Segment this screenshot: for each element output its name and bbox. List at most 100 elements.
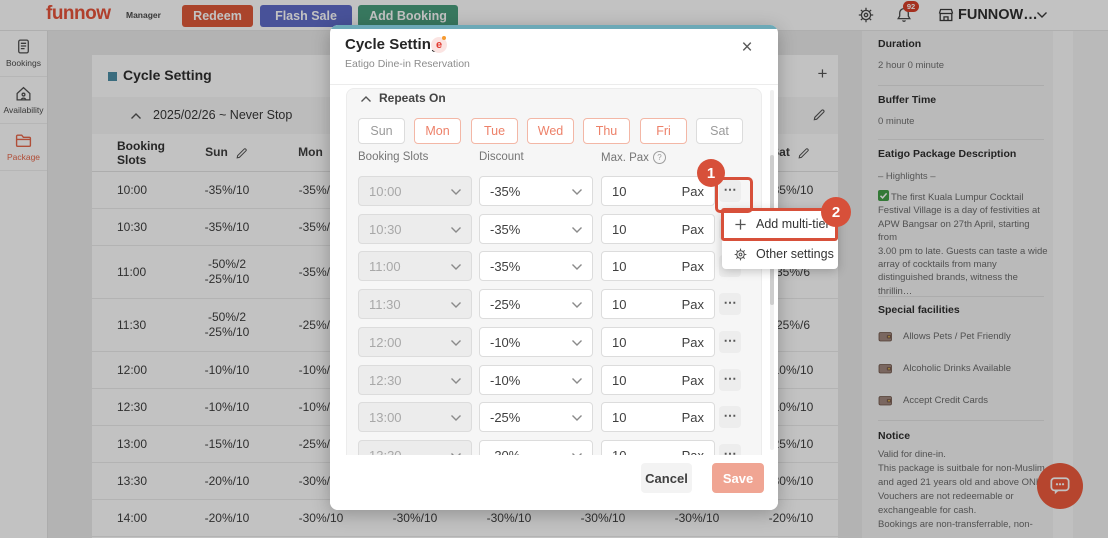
chevron-up-icon[interactable] xyxy=(360,95,372,103)
discount-select[interactable]: -25% xyxy=(479,289,593,319)
repeat-day-thu[interactable]: Thu xyxy=(583,118,630,144)
booking-slot-value: 12:30 xyxy=(369,373,402,388)
chevron-down-icon xyxy=(571,226,583,234)
annotation-step-1: 1 xyxy=(697,159,725,187)
chevron-down-icon xyxy=(571,301,583,309)
max-pax-unit: Pax xyxy=(682,410,704,425)
max-pax-unit: Pax xyxy=(682,259,704,274)
discount-select[interactable]: -30% xyxy=(479,440,593,455)
chevron-down-icon xyxy=(450,263,462,271)
max-pax-unit: Pax xyxy=(682,297,704,312)
max-pax-unit: Pax xyxy=(682,222,704,237)
booking-slot-value: 12:00 xyxy=(369,335,402,350)
modal-footer: Cancel Save xyxy=(330,455,778,510)
close-icon[interactable]: × xyxy=(736,37,758,59)
modal-body: Repeats On Booking Slots Discount Max. P… xyxy=(330,85,778,455)
max-pax-input[interactable]: 10 Pax xyxy=(601,365,715,395)
max-pax-unit: Pax xyxy=(682,448,704,455)
max-pax-input[interactable]: 10 Pax xyxy=(601,327,715,357)
max-pax-value: 10 xyxy=(612,373,626,388)
save-button[interactable]: Save xyxy=(712,463,764,493)
booking-slot-select[interactable]: 10:00 xyxy=(358,176,472,206)
max-pax-input[interactable]: 10Pax xyxy=(601,176,715,206)
repeats-on-label: Repeats On xyxy=(379,91,446,105)
annotation-step-2: 2 xyxy=(821,197,851,227)
booking-slot-value: 13:00 xyxy=(369,410,402,425)
max-pax-value: 10 xyxy=(612,184,626,199)
discount-select[interactable]: -35% xyxy=(479,176,593,206)
discount-column-label: Discount xyxy=(479,151,524,163)
booking-slot-select[interactable]: 11:00 xyxy=(358,251,472,281)
discount-value: -25% xyxy=(490,297,520,312)
max-pax-value: 10 xyxy=(612,410,626,425)
max-pax-label-text: Max. Pax xyxy=(601,152,649,164)
modal-subtitle: Eatigo Dine-in Reservation xyxy=(345,58,470,70)
chevron-down-icon xyxy=(571,414,583,422)
gear-icon xyxy=(734,248,747,261)
discount-select[interactable]: -35% xyxy=(479,251,593,281)
booking-slot-value: 11:00 xyxy=(369,259,401,274)
repeat-day-fri[interactable]: Fri xyxy=(640,118,687,144)
chevron-down-icon xyxy=(450,188,462,196)
booking-slot-select[interactable]: 10:30 xyxy=(358,214,472,244)
max-pax-value: 10 xyxy=(612,222,626,237)
discount-value: -25% xyxy=(490,410,520,425)
booking-slot-value: 10:30 xyxy=(369,222,402,237)
booking-slots-column-label: Booking Slots xyxy=(358,151,428,163)
max-pax-input[interactable]: 10 Pax xyxy=(601,289,715,319)
modal-top-strip xyxy=(330,25,778,29)
cycle-setting-modal: Cycle Setting e Eatigo Dine-in Reservati… xyxy=(330,25,778,510)
discount-value: -35% xyxy=(490,184,520,199)
max-pax-value: 10 xyxy=(612,297,626,312)
row-more-button[interactable]: ⋯ xyxy=(719,369,741,391)
max-pax-value: 10 xyxy=(612,448,626,455)
booking-slot-select[interactable]: 13:30 xyxy=(358,440,472,455)
chevron-down-icon xyxy=(571,339,583,347)
app: funnow Manager Redeem Flash Sale Add Boo… xyxy=(0,0,1108,538)
row-more-button[interactable]: ⋯ xyxy=(719,444,741,455)
chevron-down-icon xyxy=(571,377,583,385)
repeat-day-wed[interactable]: Wed xyxy=(527,118,574,144)
chevron-down-icon xyxy=(571,188,583,196)
max-pax-value: 10 xyxy=(612,335,626,350)
discount-value: -10% xyxy=(490,373,520,388)
booking-slot-select[interactable]: 11:30 xyxy=(358,289,472,319)
max-pax-unit: Pax xyxy=(682,373,704,388)
max-pax-input[interactable]: 10 Pax xyxy=(601,214,715,244)
chevron-down-icon xyxy=(450,339,462,347)
repeat-day-sun[interactable]: Sun xyxy=(358,118,405,144)
booking-slot-select[interactable]: 12:30 xyxy=(358,365,472,395)
discount-select[interactable]: -25% xyxy=(479,402,593,432)
max-pax-unit: Pax xyxy=(682,335,704,350)
max-pax-input[interactable]: 10 Pax xyxy=(601,440,715,455)
chevron-down-icon xyxy=(571,263,583,271)
max-pax-value: 10 xyxy=(612,259,626,274)
menu-item-label: Other settings xyxy=(756,247,834,261)
row-more-button[interactable]: ⋯ xyxy=(719,406,741,428)
modal-title: Cycle Setting xyxy=(345,36,440,53)
repeat-day-tue[interactable]: Tue xyxy=(471,118,518,144)
row-more-button[interactable]: ⋯ xyxy=(719,293,741,315)
row-more-button[interactable]: ⋯ xyxy=(719,331,741,353)
booking-slot-select[interactable]: 13:00 xyxy=(358,402,472,432)
repeat-day-sat[interactable]: Sat xyxy=(696,118,743,144)
booking-slot-select[interactable]: 12:00 xyxy=(358,327,472,357)
eatigo-icon: e xyxy=(431,37,447,53)
discount-select[interactable]: -35% xyxy=(479,214,593,244)
max-pax-input[interactable]: 10 Pax xyxy=(601,251,715,281)
help-icon[interactable]: ? xyxy=(653,151,666,164)
max-pax-input[interactable]: 10 Pax xyxy=(601,402,715,432)
menu-item-other-settings[interactable]: Other settings xyxy=(722,239,838,269)
booking-slot-value: 10:00 xyxy=(369,184,402,199)
cancel-button[interactable]: Cancel xyxy=(641,463,692,493)
booking-slot-value: 13:30 xyxy=(369,448,402,455)
chevron-down-icon xyxy=(450,377,462,385)
discount-value: -30% xyxy=(490,448,520,455)
discount-value: -10% xyxy=(490,335,520,350)
discount-select[interactable]: -10% xyxy=(479,365,593,395)
chevron-down-icon xyxy=(450,301,462,309)
discount-select[interactable]: -10% xyxy=(479,327,593,357)
repeat-day-mon[interactable]: Mon xyxy=(414,118,461,144)
chevron-down-icon xyxy=(450,226,462,234)
discount-value: -35% xyxy=(490,222,520,237)
